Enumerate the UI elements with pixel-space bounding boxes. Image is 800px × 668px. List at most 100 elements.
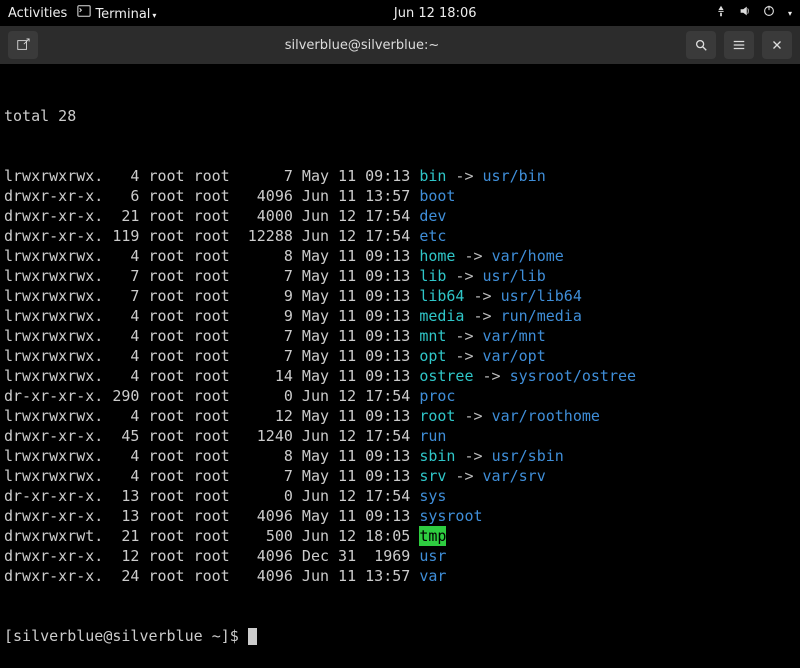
search-button[interactable]: [686, 31, 716, 59]
size: 7: [239, 466, 293, 486]
date: Jun 12 17:54: [302, 206, 419, 226]
app-menu[interactable]: Terminal▾: [77, 4, 156, 22]
symlink-target: usr/bin: [483, 166, 546, 186]
date: Jun 11 13:57: [302, 186, 419, 206]
clock[interactable]: Jun 12 18:06: [156, 6, 714, 21]
group: root: [194, 206, 239, 226]
size: 7: [239, 346, 293, 366]
file-name: lib64: [419, 286, 464, 306]
ls-row: drwxr-xr-x.45 rootroot1240 Jun 12 17:54r…: [4, 426, 796, 446]
size: 4096: [239, 546, 293, 566]
symlink-arrow: ->: [446, 166, 482, 186]
link-count: 13: [103, 506, 139, 526]
owner: root: [148, 306, 193, 326]
symlink-target: var/opt: [483, 346, 546, 366]
ls-row: lrwxrwxrwx.4 rootroot12 May 11 09:13root…: [4, 406, 796, 426]
owner: root: [148, 186, 193, 206]
search-icon: [694, 38, 708, 52]
new-tab-button[interactable]: [8, 31, 38, 59]
window-title: silverblue@silverblue:~: [46, 38, 678, 53]
link-count: 12: [103, 546, 139, 566]
permissions: lrwxrwxrwx.: [4, 346, 103, 366]
permissions: drwxr-xr-x.: [4, 566, 103, 586]
date: May 11 09:13: [302, 326, 419, 346]
size: 7: [239, 166, 293, 186]
permissions: drwxr-xr-x.: [4, 426, 103, 446]
new-tab-icon: [16, 38, 30, 52]
date: Jun 12 17:54: [302, 226, 419, 246]
activities-button[interactable]: Activities: [8, 6, 67, 21]
file-name: media: [419, 306, 464, 326]
owner: root: [148, 366, 193, 386]
group: root: [194, 466, 239, 486]
power-icon[interactable]: [762, 4, 776, 22]
size: 0: [239, 486, 293, 506]
close-button[interactable]: [762, 31, 792, 59]
date: May 11 09:13: [302, 506, 419, 526]
ls-row: lrwxrwxrwx.4 rootroot14 May 11 09:13ostr…: [4, 366, 796, 386]
ls-row: lrwxrwxrwx.4 rootroot7 May 11 09:13opt -…: [4, 346, 796, 366]
size: 1240: [239, 426, 293, 446]
ls-row: dr-xr-xr-x.290 rootroot0 Jun 12 17:54pro…: [4, 386, 796, 406]
file-name: bin: [419, 166, 446, 186]
ls-row: lrwxrwxrwx.4 rootroot7 May 11 09:13mnt -…: [4, 326, 796, 346]
symlink-arrow: ->: [446, 326, 482, 346]
size: 7: [239, 266, 293, 286]
group: root: [194, 526, 239, 546]
permissions: lrwxrwxrwx.: [4, 446, 103, 466]
group: root: [194, 366, 239, 386]
permissions: lrwxrwxrwx.: [4, 286, 103, 306]
volume-icon[interactable]: [738, 4, 752, 22]
group: root: [194, 386, 239, 406]
permissions: lrwxrwxrwx.: [4, 166, 103, 186]
ls-row: drwxr-xr-x.24 rootroot4096 Jun 11 13:57v…: [4, 566, 796, 586]
menu-button[interactable]: [724, 31, 754, 59]
group: root: [194, 546, 239, 566]
owner: root: [148, 326, 193, 346]
file-name: srv: [419, 466, 446, 486]
file-name: lib: [419, 266, 446, 286]
symlink-arrow: ->: [474, 366, 510, 386]
terminal-output[interactable]: total 28 lrwxrwxrwx.4 rootroot7 May 11 0…: [0, 64, 800, 668]
owner: root: [148, 226, 193, 246]
link-count: 45: [103, 426, 139, 446]
symlink-target: usr/sbin: [492, 446, 564, 466]
owner: root: [148, 206, 193, 226]
ls-row: drwxrwxrwt.21 rootroot500 Jun 12 18:05tm…: [4, 526, 796, 546]
link-count: 24: [103, 566, 139, 586]
group: root: [194, 166, 239, 186]
link-count: 21: [103, 526, 139, 546]
group: root: [194, 446, 239, 466]
group: root: [194, 186, 239, 206]
owner: root: [148, 386, 193, 406]
date: May 11 09:13: [302, 246, 419, 266]
ls-row: lrwxrwxrwx.4 rootroot8 May 11 09:13home …: [4, 246, 796, 266]
date: May 11 09:13: [302, 166, 419, 186]
symlink-arrow: ->: [446, 346, 482, 366]
date: May 11 09:13: [302, 406, 419, 426]
size: 8: [239, 246, 293, 266]
link-count: 4: [103, 366, 139, 386]
file-name: boot: [419, 186, 455, 206]
group: root: [194, 226, 239, 246]
network-icon[interactable]: [714, 4, 728, 22]
link-count: 290: [103, 386, 139, 406]
date: Jun 12 17:54: [302, 386, 419, 406]
link-count: 4: [103, 306, 139, 326]
file-name: opt: [419, 346, 446, 366]
symlink-arrow: ->: [464, 306, 500, 326]
file-name: var: [419, 566, 446, 586]
file-name: proc: [419, 386, 455, 406]
size: 12: [239, 406, 293, 426]
owner: root: [148, 166, 193, 186]
link-count: 4: [103, 326, 139, 346]
file-name: mnt: [419, 326, 446, 346]
cursor: [248, 628, 257, 645]
symlink-target: usr/lib64: [501, 286, 582, 306]
date: May 11 09:13: [302, 366, 419, 386]
group: root: [194, 266, 239, 286]
permissions: drwxr-xr-x.: [4, 546, 103, 566]
terminal-icon: [77, 4, 91, 18]
symlink-target: sysroot/ostree: [510, 366, 636, 386]
link-count: 21: [103, 206, 139, 226]
